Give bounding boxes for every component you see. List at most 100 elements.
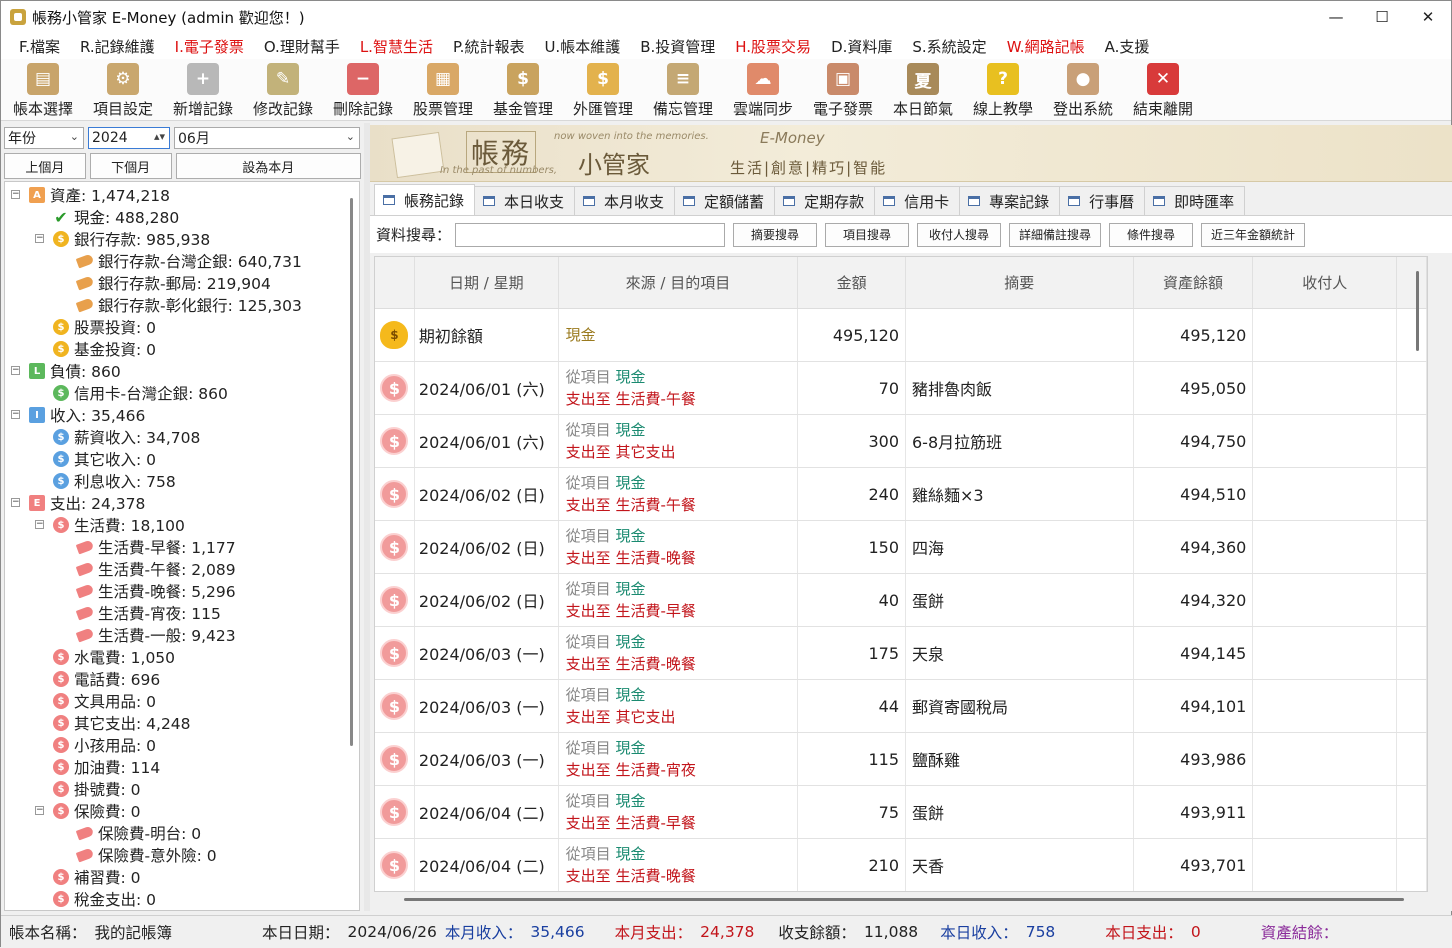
tree-node[interactable]: $ 稅金支出: 0: [53, 888, 156, 910]
menu-item-4[interactable]: L.智慧生活: [350, 36, 443, 57]
toolbar-button-8[interactable]: ≡ 備忘管理: [643, 59, 723, 119]
grid-row[interactable]: $2024/06/04 (二) 從項目 現金 支出至 生活費-早餐 75 蛋餅 493,9…: [375, 786, 1427, 839]
toolbar-button-1[interactable]: ⚙ 項目設定: [83, 59, 163, 119]
grid-horizontal-scrollbar[interactable]: [374, 895, 1428, 905]
close-button[interactable]: ✕: [1405, 1, 1451, 33]
grid-row[interactable]: $2024/06/02 (日) 從項目 現金 支出至 生活費-早餐 40 蛋餅 494,3…: [375, 574, 1427, 627]
grid-row[interactable]: $2024/06/03 (一) 從項目 現金 支出至 生活費-宵夜 115 鹽酥雞 493…: [375, 733, 1427, 786]
menu-item-2[interactable]: I.電子發票: [165, 36, 254, 57]
grid-row[interactable]: $2024/06/04 (二) 從項目 現金 支出至 生活費-晚餐 210 天香 493,…: [375, 839, 1427, 891]
tree-node[interactable]: $ 小孩用品: 0: [53, 734, 156, 756]
tree-node[interactable]: $ 加油費: 114: [53, 756, 160, 778]
grid-row[interactable]: $2024/06/02 (日) 從項目 現金 支出至 生活費-午餐 240 雞絲麵×3 4…: [375, 468, 1427, 521]
menu-item-9[interactable]: D.資料庫: [821, 36, 902, 57]
menu-item-6[interactable]: U.帳本維護: [534, 36, 630, 57]
tree-node[interactable]: L 負債: 860: [29, 360, 121, 382]
grid-scrollbar[interactable]: [1416, 271, 1419, 351]
menu-item-12[interactable]: A.支援: [1095, 36, 1160, 57]
grid-row[interactable]: $2024/06/03 (一) 從項目 現金 支出至 生活費-晚餐 175 天泉 494,…: [375, 627, 1427, 680]
tab-3[interactable]: 定額儲蓄: [674, 186, 776, 215]
search-button-1[interactable]: 項目搜尋: [825, 222, 910, 247]
grid-row[interactable]: $2024/06/03 (一) 從項目 現金 支出至 其它支出 44 郵資寄國稅局 494…: [375, 680, 1427, 733]
menu-item-8[interactable]: H.股票交易: [725, 36, 821, 57]
menu-item-1[interactable]: R.記錄維護: [70, 36, 165, 57]
tree-node[interactable]: $ 信用卡-台灣企銀: 860: [53, 382, 228, 404]
tree-expander-icon[interactable]: −: [35, 806, 44, 815]
tab-6[interactable]: 專案記錄: [959, 186, 1061, 215]
grid-row[interactable]: $2024/06/02 (日) 從項目 現金 支出至 生活費-晚餐 150 四海 494,…: [375, 521, 1427, 574]
set-current-month-button[interactable]: 設為本月: [175, 153, 361, 179]
toolbar-button-14[interactable]: ✕ 結束離開: [1123, 59, 1203, 119]
tree-expander-icon[interactable]: −: [11, 366, 20, 375]
toolbar-button-6[interactable]: $ 基金管理: [483, 59, 563, 119]
toolbar-button-0[interactable]: ▤ 帳本選擇: [3, 59, 83, 119]
tree-node[interactable]: I 收入: 35,466: [29, 404, 145, 426]
tree-expander-icon[interactable]: −: [35, 234, 44, 243]
account-tree[interactable]: − A 資產: 1,474,218 ✔ 現金: 488,280− $ 銀行存款: 985,9…: [4, 181, 360, 911]
tab-8[interactable]: 即時匯率: [1144, 186, 1246, 215]
tree-node[interactable]: A 資產: 1,474,218: [29, 184, 170, 206]
tree-expander-icon[interactable]: −: [11, 410, 20, 419]
menu-item-0[interactable]: F.檔案: [9, 36, 70, 57]
spinner-arrows-icon[interactable]: ▴▾: [154, 130, 165, 143]
tree-node[interactable]: $ 掛號費: 0: [53, 778, 141, 800]
tree-node[interactable]: 保險費-意外險: 0: [75, 844, 217, 866]
tab-2[interactable]: 本月收支: [574, 186, 676, 215]
tree-node[interactable]: 生活費-一般: 9,423: [75, 624, 236, 646]
tree-node[interactable]: E 支出: 24,378: [29, 492, 145, 514]
menu-item-5[interactable]: P.統計報表: [443, 36, 534, 57]
tab-7[interactable]: 行事曆: [1059, 186, 1146, 215]
tree-node[interactable]: 生活費-早餐: 1,177: [75, 536, 236, 558]
tree-node[interactable]: 保險費-明台: 0: [75, 822, 201, 844]
toolbar-button-4[interactable]: − 刪除記錄: [323, 59, 403, 119]
tree-node[interactable]: 銀行存款-台灣企銀: 640,731: [75, 250, 302, 272]
tree-node[interactable]: 生活費-宵夜: 115: [75, 602, 221, 624]
tree-node[interactable]: $ 銀行存款: 985,938: [53, 228, 210, 250]
toolbar-button-2[interactable]: + 新增記錄: [163, 59, 243, 119]
tab-0[interactable]: 帳務記錄: [374, 184, 476, 215]
search-button-0[interactable]: 摘要搜尋: [733, 222, 818, 247]
tree-expander-icon[interactable]: −: [11, 498, 20, 507]
tree-node[interactable]: $ 生活費: 18,100: [53, 514, 185, 536]
toolbar-button-9[interactable]: ☁ 雲端同步: [723, 59, 803, 119]
tree-node[interactable]: 銀行存款-彰化銀行: 125,303: [75, 294, 302, 316]
tree-node[interactable]: $ 其它收入: 0: [53, 448, 156, 470]
menu-item-7[interactable]: B.投資管理: [630, 36, 725, 57]
grid-row[interactable]: $2024/06/01 (六) 從項目 現金 支出至 生活費-午餐 70 豬排魯肉飯 49…: [375, 362, 1427, 415]
tree-node[interactable]: $ 電話費: 696: [53, 668, 160, 690]
tree-node[interactable]: $ 補習費: 0: [53, 866, 141, 888]
tab-1[interactable]: 本日收支: [474, 186, 576, 215]
search-input[interactable]: [455, 222, 726, 247]
search-button-3[interactable]: 詳細備註搜尋: [1009, 222, 1102, 247]
tree-node[interactable]: $ 其它支出: 4,248: [53, 712, 191, 734]
maximize-button[interactable]: ☐: [1359, 1, 1405, 33]
tree-node[interactable]: $ 水電費: 1,050: [53, 646, 175, 668]
tab-5[interactable]: 信用卡: [874, 186, 961, 215]
tree-node[interactable]: $ 保險費: 0: [53, 800, 141, 822]
tree-node[interactable]: 生活費-晚餐: 5,296: [75, 580, 236, 602]
menu-item-11[interactable]: W.網路記帳: [997, 36, 1095, 57]
toolbar-button-11[interactable]: 夏本日節氣: [883, 59, 963, 119]
next-month-button[interactable]: 下個月: [89, 153, 172, 179]
month-select[interactable]: 06月 ⌄: [174, 127, 360, 149]
tree-node[interactable]: $ 文具用品: 0: [53, 690, 156, 712]
toolbar-button-12[interactable]: ? 線上教學: [963, 59, 1043, 119]
toolbar-button-5[interactable]: ▦ 股票管理: [403, 59, 483, 119]
tree-expander-icon[interactable]: −: [35, 520, 44, 529]
tree-node[interactable]: $ 薪資收入: 34,708: [53, 426, 200, 448]
search-button-4[interactable]: 條件搜尋: [1109, 222, 1194, 247]
menu-item-10[interactable]: S.系統設定: [902, 36, 996, 57]
tree-node[interactable]: ✔ 現金: 488,280: [53, 206, 179, 228]
toolbar-button-7[interactable]: $ 外匯管理: [563, 59, 643, 119]
tree-node[interactable]: $ 股票投資: 0: [53, 316, 156, 338]
grid-row[interactable]: $2024/06/01 (六) 從項目 現金 支出至 其它支出 300 6-8月拉筋班 4…: [375, 415, 1427, 468]
tree-node[interactable]: 生活費-午餐: 2,089: [75, 558, 236, 580]
tree-node[interactable]: $ 利息收入: 758: [53, 470, 176, 492]
tree-scrollbar[interactable]: [350, 198, 353, 746]
minimize-button[interactable]: —: [1313, 1, 1359, 33]
menu-item-3[interactable]: O.理財幫手: [254, 36, 350, 57]
tree-node[interactable]: 銀行存款-郵局: 219,904: [75, 272, 271, 294]
toolbar-button-10[interactable]: ▣ 電子發票: [803, 59, 883, 119]
search-button-5[interactable]: 近三年金額統計: [1201, 222, 1306, 247]
prev-month-button[interactable]: 上個月: [4, 153, 86, 179]
